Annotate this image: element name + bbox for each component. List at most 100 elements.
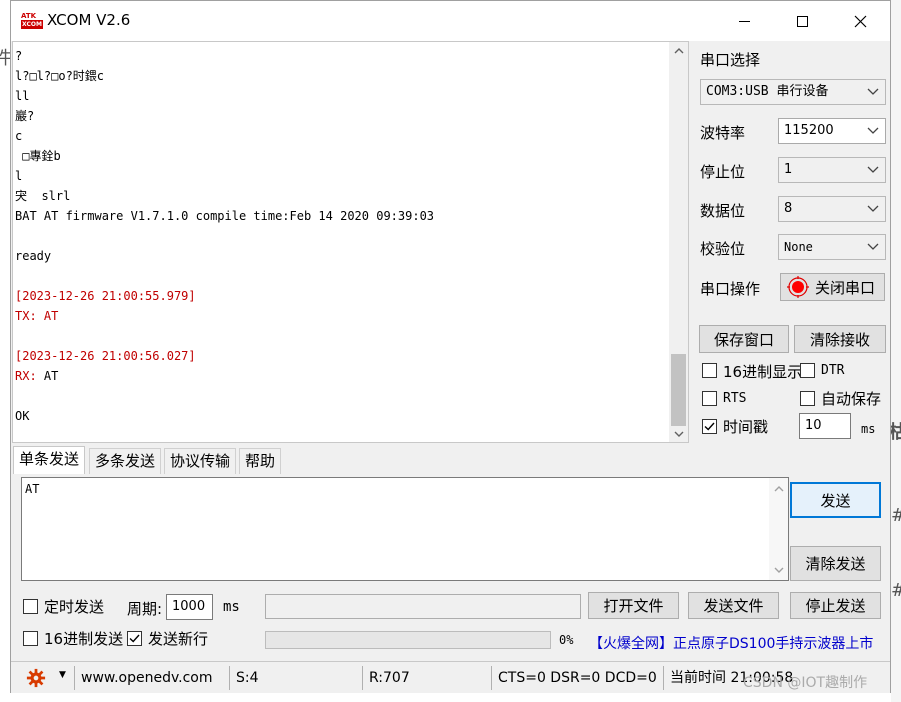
- period-unit: ms: [223, 599, 240, 615]
- tab-multi-send[interactable]: 多条发送: [89, 448, 162, 474]
- receive-line: l: [15, 169, 23, 183]
- chevron-down-icon: [865, 237, 881, 257]
- send-progress-bar: [265, 631, 551, 649]
- stopbit-value: 1: [784, 162, 793, 177]
- timed-send-checkbox[interactable]: [23, 599, 38, 614]
- minimize-button[interactable]: [715, 1, 773, 41]
- receive-line: TX: AT: [15, 309, 59, 323]
- send-newline-checkbox[interactable]: [127, 631, 142, 646]
- open-file-button[interactable]: 打开文件: [588, 592, 679, 619]
- auto-save-label: 自动保存: [821, 390, 882, 408]
- stop-send-button[interactable]: 停止发送: [790, 592, 881, 619]
- hex-send-label: 16进制发送: [44, 630, 124, 648]
- receive-line: [2023-12-26 21:00:56.027]: [15, 349, 196, 363]
- maximize-button[interactable]: [773, 1, 831, 41]
- clear-receive-label: 清除接收: [809, 330, 870, 349]
- receive-line: [15, 386, 665, 406]
- hex-send-checkbox[interactable]: [23, 631, 38, 646]
- receive-line: [2023-12-26 21:00:55.979]: [15, 289, 196, 303]
- receive-text: ? l?□l?□o?时鍡c ll 巖? c □專銓b l 宊 slrl BAT AT firm…: [15, 46, 665, 426]
- receive-line: OK: [15, 409, 30, 423]
- background-glyph: #: [891, 505, 901, 526]
- checkmark-icon: [704, 422, 715, 431]
- hex-display-checkbox[interactable]: [702, 363, 717, 378]
- databit-label: 数据位: [700, 202, 746, 220]
- tab-label: 帮助: [245, 452, 276, 470]
- receive-line: 巖?: [15, 109, 35, 123]
- close-button[interactable]: [831, 1, 889, 41]
- file-path-field[interactable]: [265, 594, 581, 619]
- port-status-light-icon: [787, 276, 809, 298]
- send-label: 发送: [820, 491, 851, 510]
- chevron-down-icon: [865, 82, 881, 102]
- port-value: COM3:USB 串行设备: [706, 84, 829, 99]
- timestamp-checkbox[interactable]: [702, 419, 717, 434]
- clear-send-button[interactable]: 清除发送: [790, 546, 881, 581]
- tab-label: 协议传输: [170, 452, 231, 470]
- rts-checkbox[interactable]: [702, 391, 717, 406]
- background-left: 件: [0, 0, 12, 702]
- timestamp-interval-input[interactable]: 10: [799, 413, 851, 439]
- window-title: XCOM V2.6: [47, 11, 131, 29]
- checkmark-icon: [129, 634, 140, 643]
- timestamp-interval-value: 10: [805, 418, 822, 433]
- timestamp-label: 时间戳: [723, 418, 769, 436]
- timestamp-unit-label: ms: [861, 422, 876, 436]
- rx-prefix: RX:: [15, 369, 37, 383]
- receive-line: □專銓b: [15, 149, 61, 163]
- send-input[interactable]: AT: [21, 477, 789, 581]
- save-window-button[interactable]: 保存窗口: [699, 325, 789, 353]
- parity-select[interactable]: None: [778, 234, 886, 260]
- period-input[interactable]: 1000: [166, 594, 213, 620]
- line-status: CTS=0 DSR=0 DCD=0: [491, 666, 663, 690]
- settings-dropdown-icon[interactable]: ▼: [59, 670, 66, 680]
- progress-percent: 0%: [559, 633, 574, 647]
- send-file-label: 发送文件: [703, 597, 764, 615]
- baud-label: 波特率: [700, 124, 746, 142]
- tab-help[interactable]: 帮助: [239, 448, 282, 474]
- databit-select[interactable]: 8: [778, 196, 886, 222]
- close-port-label: 关闭串口: [815, 278, 876, 297]
- scroll-thumb[interactable]: [671, 354, 686, 426]
- tab-protocol[interactable]: 协议传输: [164, 448, 237, 474]
- tab-single-send[interactable]: 单条发送: [13, 446, 86, 474]
- rts-label: RTS: [723, 391, 747, 406]
- website-link[interactable]: www.openedv.com: [74, 666, 228, 690]
- period-label: 周期:: [127, 600, 163, 618]
- receive-line: c: [15, 129, 23, 143]
- receive-scrollbar[interactable]: [669, 42, 688, 442]
- send-newline-label: 发送新行: [148, 630, 209, 648]
- close-icon: [854, 15, 866, 27]
- receive-line: RX: AT: [15, 366, 665, 386]
- scroll-down-icon[interactable]: [769, 561, 788, 578]
- close-port-button[interactable]: 关闭串口: [780, 273, 885, 301]
- baud-select[interactable]: 115200: [778, 118, 886, 144]
- ad-link[interactable]: 【火爆全网】正点原子DS100手持示波器上市: [589, 633, 873, 653]
- send-file-button[interactable]: 发送文件: [688, 592, 779, 619]
- gear-icon[interactable]: [25, 668, 47, 688]
- receive-line: l?□l?□o?时鍡c: [15, 69, 105, 83]
- rx-value: AT: [36, 369, 59, 383]
- receive-area[interactable]: ? l?□l?□o?时鍡c ll 巖? c □專銓b l 宊 slrl BAT AT firm…: [12, 41, 689, 443]
- scroll-up-icon[interactable]: [669, 42, 688, 59]
- stopbit-select[interactable]: 1: [778, 157, 886, 183]
- tab-label: 多条发送: [95, 452, 156, 470]
- auto-save-checkbox[interactable]: [800, 391, 815, 406]
- send-button[interactable]: 发送: [790, 482, 881, 518]
- parity-label: 校验位: [700, 240, 746, 258]
- receive-line: 宊 slrl: [15, 189, 71, 203]
- receive-line: [15, 266, 665, 286]
- logo-text-top: ATK: [21, 12, 37, 20]
- port-select[interactable]: COM3:USB 串行设备: [700, 79, 886, 105]
- clear-receive-button[interactable]: 清除接收: [794, 325, 886, 353]
- scroll-down-icon[interactable]: [669, 425, 688, 442]
- dtr-checkbox[interactable]: [800, 363, 815, 378]
- port-select-label: 串口选择: [700, 51, 761, 69]
- scroll-up-icon[interactable]: [769, 480, 788, 497]
- receive-line: [15, 326, 665, 346]
- save-window-label: 保存窗口: [713, 330, 774, 349]
- send-scrollbar[interactable]: [769, 478, 788, 580]
- receive-line: ready: [15, 249, 52, 263]
- received-count: R:707: [362, 666, 492, 690]
- title-bar[interactable]: ATK XCOM XCOM V2.6: [11, 1, 890, 41]
